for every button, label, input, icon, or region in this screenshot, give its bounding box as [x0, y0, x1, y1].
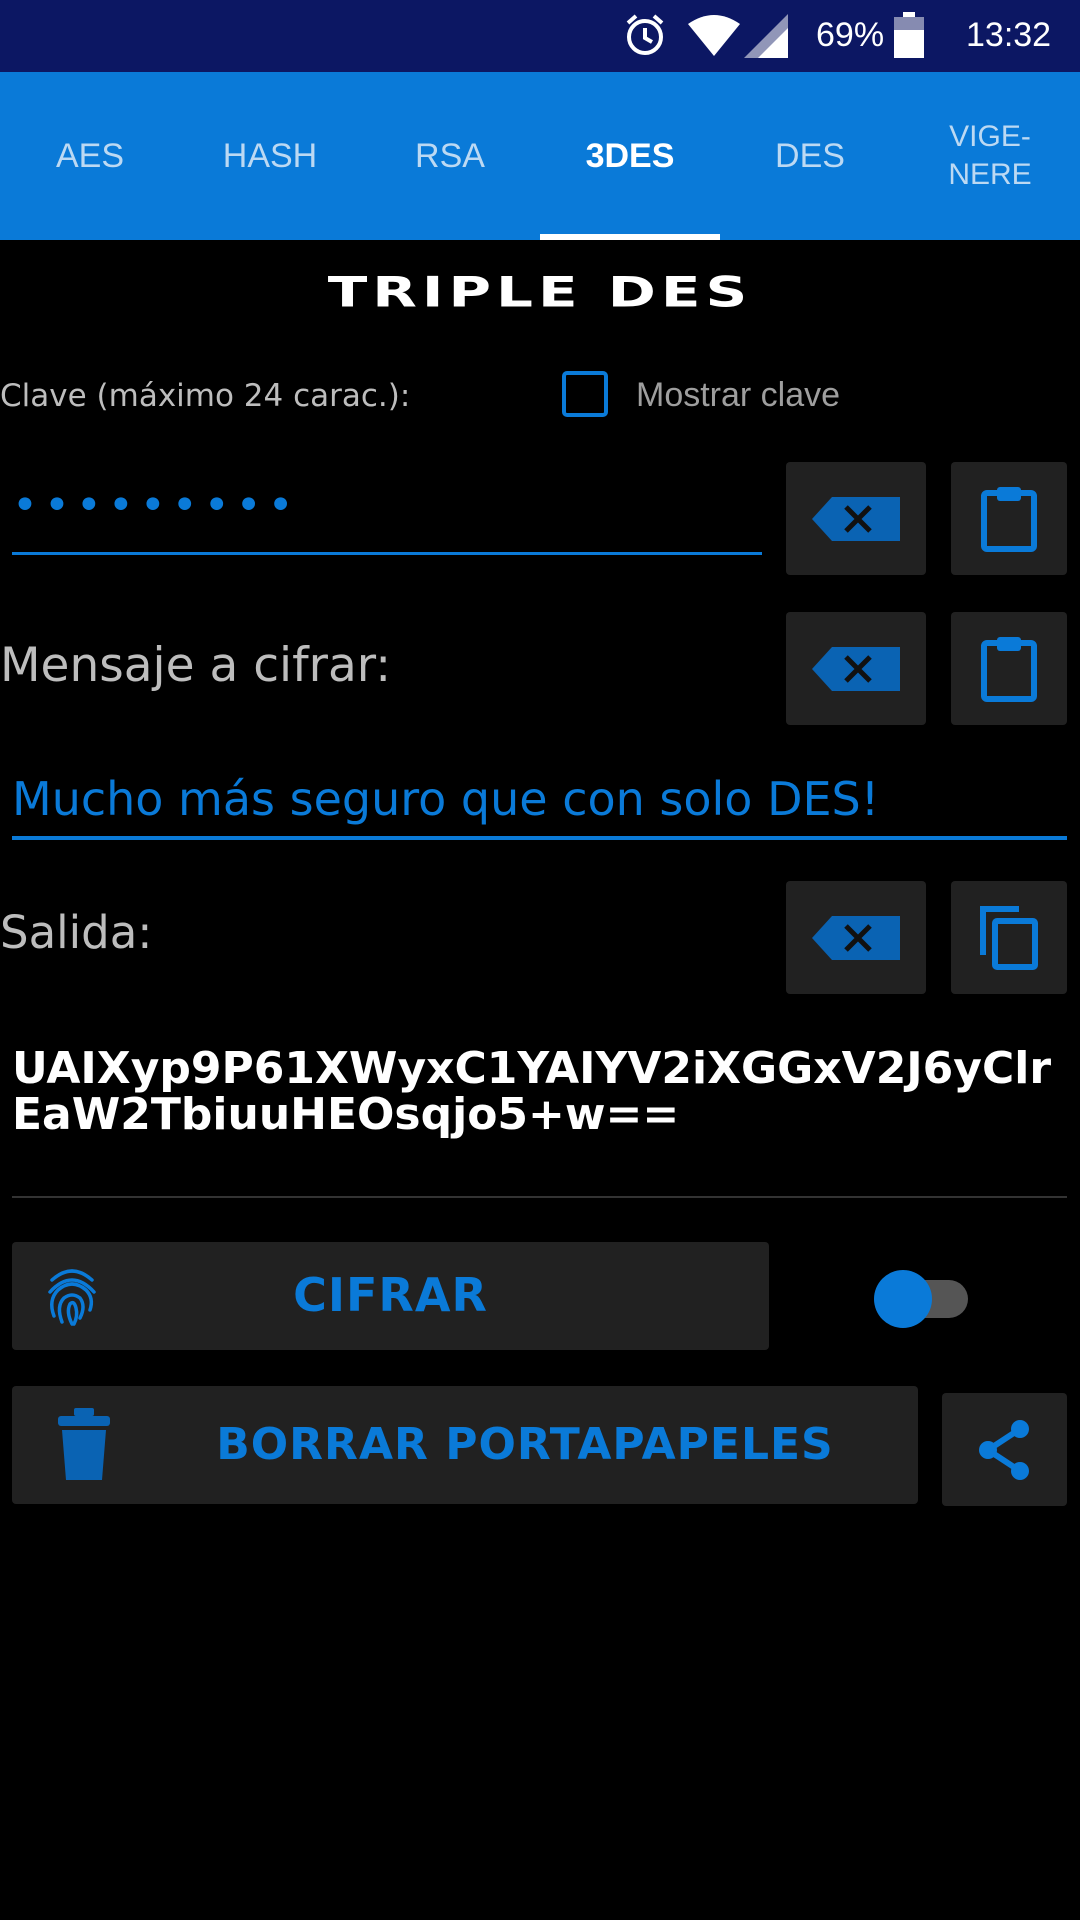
paste-message-button[interactable]: [951, 612, 1067, 725]
backspace-icon: [812, 496, 900, 541]
divider: [12, 1196, 1067, 1198]
toggle-switch[interactable]: [874, 1268, 974, 1330]
tab-des[interactable]: DES: [720, 72, 900, 240]
tab-hash[interactable]: HASH: [180, 72, 360, 240]
page-title: TRIPLE DES: [327, 267, 753, 317]
copy-icon: [980, 905, 1038, 970]
share-button[interactable]: [942, 1393, 1067, 1506]
key-input-underline: [12, 552, 762, 555]
show-key-checkbox[interactable]: [562, 371, 608, 417]
clear-output-button[interactable]: [786, 881, 926, 994]
encrypt-button[interactable]: CIFRAR: [12, 1242, 769, 1350]
battery-icon: [894, 12, 924, 62]
backspace-icon: [812, 646, 900, 691]
output-text: UAIXyp9P61XWyxC1YAIYV2iXGGxV2J6yClrEaW2T…: [12, 1043, 1052, 1140]
clear-message-button[interactable]: [786, 612, 926, 725]
message-input[interactable]: Mucho más seguro que con solo DES!: [12, 772, 1067, 826]
key-input[interactable]: •••••••••: [12, 480, 762, 560]
tab-3des[interactable]: 3DES: [540, 72, 720, 240]
clear-clipboard-button[interactable]: BORRAR PORTAPAPELES: [12, 1386, 918, 1504]
paste-key-button[interactable]: [951, 462, 1067, 575]
copy-output-button[interactable]: [951, 881, 1067, 994]
status-bar: 69% 13:32: [0, 0, 1080, 72]
tab-bar: AES HASH RSA 3DES DES VIGE- NERE: [0, 72, 1080, 240]
trash-icon: [58, 1408, 110, 1480]
tab-vigenere[interactable]: VIGE- NERE: [900, 72, 1080, 240]
show-key-label[interactable]: Mostrar clave: [636, 376, 840, 415]
wifi-icon: [686, 14, 742, 62]
toggle-thumb: [874, 1270, 932, 1328]
key-masked-value: •••••••••: [12, 480, 300, 531]
battery-percent: 69%: [816, 16, 885, 54]
encrypt-button-label: CIFRAR: [293, 1268, 488, 1322]
backspace-icon: [812, 915, 900, 960]
alarm-icon: [622, 12, 668, 62]
active-tab-indicator: [540, 234, 720, 240]
cell-signal-icon: [744, 14, 788, 62]
key-label: Clave (máximo 24 carac.):: [0, 378, 411, 414]
message-input-underline: [12, 836, 1067, 840]
share-icon: [978, 1419, 1029, 1480]
clock: 13:32: [966, 16, 1052, 54]
clear-key-button[interactable]: [786, 462, 926, 575]
tab-rsa[interactable]: RSA: [360, 72, 540, 240]
clipboard-icon: [981, 486, 1037, 552]
clipboard-icon: [981, 636, 1037, 702]
message-label: Mensaje a cifrar:: [0, 638, 392, 693]
tab-aes[interactable]: AES: [0, 72, 180, 240]
clear-clipboard-label: BORRAR PORTAPAPELES: [216, 1419, 834, 1470]
output-label: Salida:: [0, 906, 153, 959]
